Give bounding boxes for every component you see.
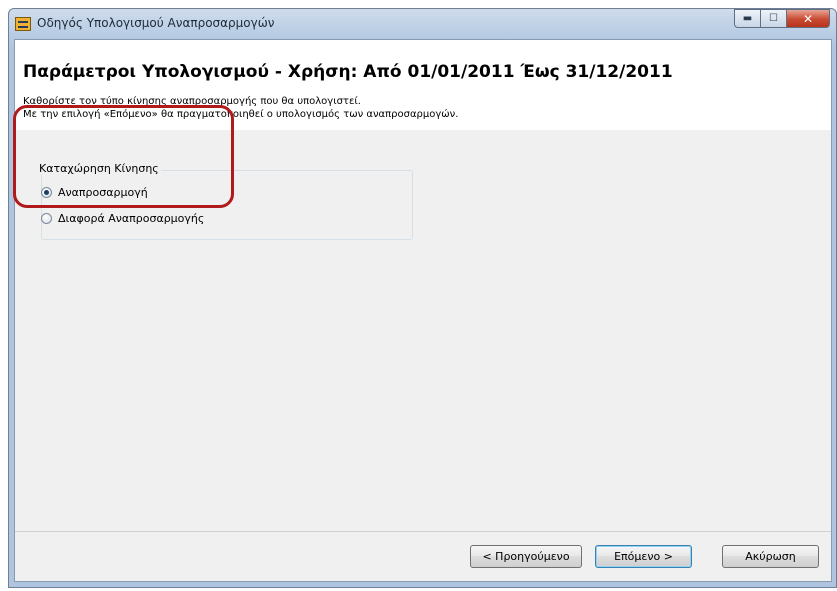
close-button[interactable]: ✕ (786, 9, 830, 28)
page-title: Παράμετροι Υπολογισμού - Χρήση: Από 01/0… (23, 62, 673, 82)
window-title: Οδηγός Υπολογισμού Αναπροσαρμογών (37, 16, 275, 30)
cancel-button[interactable]: Ακύρωση (722, 545, 819, 568)
title-bar[interactable]: Οδηγός Υπολογισμού Αναπροσαρμογών ▬ ☐ ✕ (9, 9, 836, 39)
wizard-app-icon (15, 17, 31, 31)
wizard-window: Οδηγός Υπολογισμού Αναπροσαρμογών ▬ ☐ ✕ … (8, 8, 837, 588)
minimize-button[interactable]: ▬ (734, 9, 760, 28)
groupbox-legend: Καταχώρηση Κίνησης (37, 162, 161, 175)
movement-entry-groupbox (41, 170, 413, 240)
previous-button[interactable]: < Προηγούμενο (470, 545, 582, 568)
radio-unchecked-icon[interactable] (41, 213, 52, 224)
radio-option-adjustment[interactable]: Αναπροσαρμογή (41, 186, 148, 199)
radio-option-adjustment-difference[interactable]: Διαφορά Αναπροσαρμογής (41, 212, 204, 225)
wizard-body: Καταχώρηση Κίνησης Αναπροσαρμογή Διαφορά… (15, 130, 831, 534)
wizard-client-area: Παράμετροι Υπολογισμού - Χρήση: Από 01/0… (14, 39, 832, 582)
maximize-button[interactable]: ☐ (760, 9, 786, 28)
close-icon: ✕ (802, 11, 814, 26)
maximize-icon: ☐ (769, 13, 778, 24)
radio-checked-icon[interactable] (41, 187, 52, 198)
wizard-header: Παράμετροι Υπολογισμού - Χρήση: Από 01/0… (15, 40, 831, 131)
next-button[interactable]: Επόμενο > (595, 545, 692, 568)
radio-label-adjustment: Αναπροσαρμογή (58, 186, 148, 199)
wizard-footer: < Προηγούμενο Επόμενο > Ακύρωση (15, 531, 831, 581)
minimize-icon: ▬ (742, 13, 753, 24)
description-line-1: Καθορίστε τον τύπο κίνησης αναπροσαρμογή… (23, 96, 361, 107)
caption-buttons: ▬ ☐ ✕ (734, 9, 830, 28)
description-line-2: Με την επιλογή «Επόμενο» θα πραγματοποιη… (23, 109, 459, 120)
radio-label-adjustment-difference: Διαφορά Αναπροσαρμογής (58, 212, 205, 225)
